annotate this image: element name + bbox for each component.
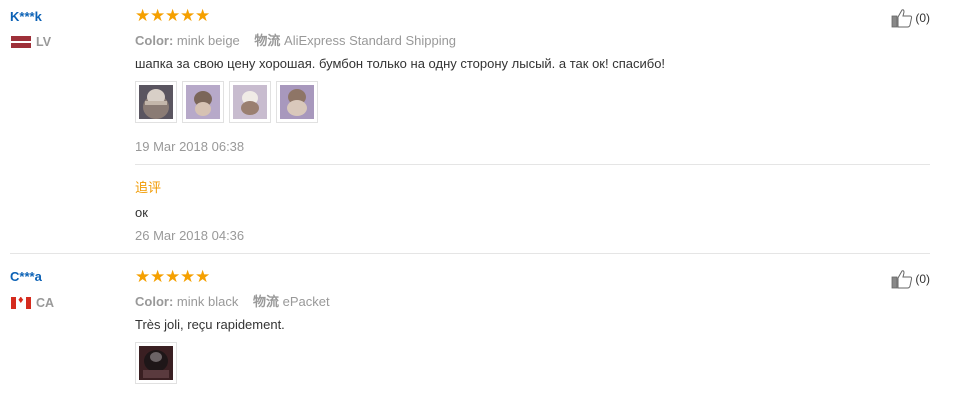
- review-photo-thumbnail[interactable]: [135, 342, 177, 384]
- shipping-label: 物流: [254, 33, 281, 48]
- thumbs-up-icon: [891, 270, 913, 289]
- review-photo-thumbnail[interactable]: [135, 81, 177, 123]
- star-icon: ★: [135, 6, 151, 25]
- review-photos: [135, 342, 177, 384]
- reviewer-name[interactable]: K***k: [10, 9, 42, 24]
- star-icon: ★: [165, 6, 181, 25]
- hat-photo-image: [233, 85, 267, 119]
- hat-photo-image: [186, 85, 220, 119]
- followup-divider: [135, 164, 930, 165]
- country-code: LV: [36, 35, 52, 49]
- hat-photo-image: [280, 85, 314, 119]
- reviewer-country: CA: [11, 296, 54, 310]
- review-photo-thumbnail[interactable]: [182, 81, 224, 123]
- star-icon: ★: [180, 6, 196, 25]
- star-icon: ★: [135, 267, 151, 286]
- color-label: Color:: [135, 33, 174, 48]
- hat-photo-image: [139, 85, 173, 119]
- reviewer-name[interactable]: C***a: [10, 269, 42, 284]
- helpful-count: (0): [915, 272, 930, 286]
- review-date: 19 Mar 2018 06:38: [135, 139, 245, 154]
- latvia-flag-icon: [11, 36, 31, 48]
- country-code: CA: [36, 296, 55, 310]
- shipping-label: 物流: [252, 294, 279, 309]
- color-label: Color:: [135, 294, 174, 309]
- star-icon: ★: [195, 6, 211, 25]
- review-photos: [135, 81, 318, 123]
- helpful-button[interactable]: (0): [891, 8, 930, 28]
- shipping-value: ePacket: [282, 294, 330, 309]
- review-text: шапка за свою цену хорошая. бумбон тольк…: [135, 56, 666, 71]
- color-value: mink beige: [176, 33, 240, 48]
- review-item: C***a CA ★ ★ ★ ★ ★ Color: mink black 物流 …: [10, 255, 930, 404]
- helpful-count: (0): [915, 11, 930, 25]
- review-item: K***k LV ★ ★ ★ ★ ★ Color: mink beige 物流 …: [10, 0, 930, 254]
- helpful-button[interactable]: (0): [891, 269, 930, 289]
- order-attributes: Color: mink black 物流 ePacket: [135, 291, 341, 310]
- reviewer-country: LV: [11, 35, 51, 49]
- hat-photo-image: [139, 346, 173, 380]
- star-icon: ★: [180, 267, 196, 286]
- review-text: Très joli, reçu rapidement.: [135, 317, 285, 332]
- star-icon: ★: [150, 6, 166, 25]
- review-photo-thumbnail[interactable]: [229, 81, 271, 123]
- followup-text: ок: [135, 205, 148, 220]
- followup-label: 追评: [135, 180, 162, 195]
- star-icon: ★: [165, 267, 181, 286]
- star-icon: ★: [195, 267, 211, 286]
- star-rating: ★ ★ ★ ★ ★: [135, 6, 210, 26]
- canada-flag-icon: [11, 297, 31, 309]
- followup-date: 26 Mar 2018 04:36: [135, 228, 245, 243]
- review-photo-thumbnail[interactable]: [276, 81, 318, 123]
- star-icon: ★: [150, 267, 166, 286]
- color-value: mink black: [176, 294, 239, 309]
- thumbs-up-icon: [891, 9, 913, 28]
- shipping-value: AliExpress Standard Shipping: [284, 33, 457, 48]
- order-attributes: Color: mink beige 物流 AliExpress Standard…: [135, 30, 467, 49]
- star-rating: ★ ★ ★ ★ ★: [135, 267, 210, 287]
